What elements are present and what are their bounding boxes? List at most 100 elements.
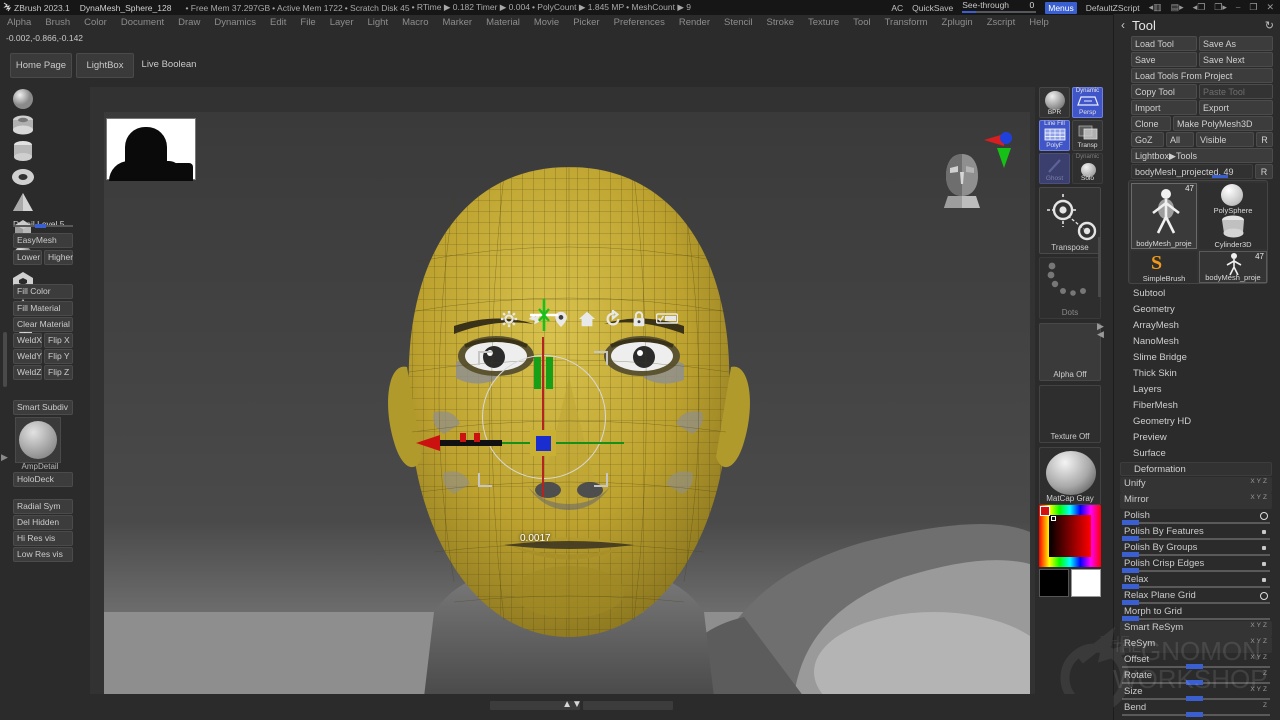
slider-left-icon[interactable]: ◂▥: [1149, 2, 1162, 13]
deformation-relax-plane-grid-radio[interactable]: [1260, 592, 1268, 600]
deformation-relax-row[interactable]: Relax: [1120, 573, 1272, 589]
deformation-rotate-xyz[interactable]: Z: [1263, 670, 1269, 677]
solo-button[interactable]: Dynamic Solo: [1072, 153, 1103, 184]
gizmo-ring[interactable]: [482, 355, 606, 479]
deformation-polish-by-features-row[interactable]: Polish By Features: [1120, 525, 1272, 541]
viewport-canvas[interactable]: 0.0017: [104, 112, 1030, 697]
menu-alpha[interactable]: Alpha: [0, 15, 38, 31]
deformation-smart-resym-xyz[interactable]: XYZ: [1250, 622, 1269, 629]
tool-thumb-cylinder3d[interactable]: Cylinder3D: [1199, 215, 1267, 249]
all-button[interactable]: All: [1166, 132, 1194, 147]
radial-sym-button[interactable]: Radial Sym: [13, 499, 73, 514]
slider-right-icon[interactable]: ▤▸: [1171, 2, 1184, 13]
left-shelf-scrollbar[interactable]: [3, 332, 7, 387]
material-preview-box[interactable]: MatCap Gray: [1039, 447, 1101, 505]
subpalette-thick-skin[interactable]: Thick Skin: [1120, 366, 1275, 382]
higher-button[interactable]: Higher: [44, 250, 73, 265]
color-cursor[interactable]: [1051, 516, 1056, 521]
detail-level-knob[interactable]: [35, 224, 46, 228]
deformation-bend-xyz[interactable]: Z: [1263, 702, 1269, 709]
tool-thumb-bodymesh-2[interactable]: 47 bodyMesh_proje: [1199, 251, 1267, 283]
ac-button[interactable]: AC: [891, 3, 903, 13]
refresh-icon[interactable]: ↻: [1265, 19, 1274, 32]
gear-icon[interactable]: [500, 310, 518, 328]
menu-tool[interactable]: Tool: [846, 15, 877, 31]
load-tools-from-project-button[interactable]: Load Tools From Project: [1131, 68, 1273, 83]
menu-movie[interactable]: Movie: [527, 15, 566, 31]
import-button[interactable]: Import: [1131, 100, 1197, 115]
left-shelf-expand-arrow[interactable]: ▶: [1, 452, 8, 463]
menu-dynamics[interactable]: Dynamics: [207, 15, 263, 31]
current-tool-slider[interactable]: bodyMesh_projected. 49: [1131, 164, 1253, 179]
restore-icon[interactable]: ❐: [1249, 2, 1257, 13]
export-button[interactable]: Export: [1199, 100, 1273, 115]
fill-color-button[interactable]: Fill Color: [13, 284, 73, 299]
deformation-mirror-row[interactable]: Mirror XYZ: [1120, 493, 1272, 509]
deformation-polish-by-features-radio[interactable]: [1262, 530, 1266, 534]
subpalette-geometry[interactable]: Geometry: [1120, 302, 1275, 318]
quicksave-button[interactable]: QuickSave: [912, 3, 953, 13]
gizmo-red-tick-2[interactable]: [474, 433, 480, 442]
deformation-polish-crisp-edges-radio[interactable]: [1262, 562, 1266, 566]
menu-file[interactable]: File: [293, 15, 322, 31]
tool-thumb-polysphere[interactable]: PolySphere: [1199, 183, 1267, 215]
menu-stroke[interactable]: Stroke: [760, 15, 801, 31]
gizmo-green-handle-1[interactable]: [534, 357, 541, 389]
subpalette-preview[interactable]: Preview: [1120, 430, 1275, 446]
weldy-button[interactable]: WeldY: [13, 349, 42, 364]
subpalette-arraymesh[interactable]: ArrayMesh: [1120, 318, 1275, 334]
right-shelf-scrollbar[interactable]: [1098, 237, 1101, 297]
menu-preferences[interactable]: Preferences: [607, 15, 672, 31]
shape-sphere-icon[interactable]: [10, 87, 38, 113]
subpalette-surface[interactable]: Surface: [1120, 446, 1275, 462]
alpha-preview-box[interactable]: Alpha Off: [1039, 323, 1101, 381]
menu-edit[interactable]: Edit: [263, 15, 293, 31]
timeline-scrub-right[interactable]: [583, 701, 673, 710]
current-tool-r-button[interactable]: R: [1255, 164, 1273, 179]
stroke-preview-box[interactable]: Dots: [1039, 257, 1101, 319]
deformation-polish-by-groups-track[interactable]: [1122, 554, 1270, 556]
gizmo-center-handle[interactable]: [536, 436, 551, 451]
deformation-relax-track[interactable]: [1122, 586, 1270, 588]
deformation-polish-by-groups-row[interactable]: Polish By Groups: [1120, 541, 1272, 557]
current-tool-knob[interactable]: [1212, 175, 1228, 178]
menu-render[interactable]: Render: [672, 15, 717, 31]
primary-color-white[interactable]: [1071, 569, 1101, 597]
menu-draw[interactable]: Draw: [171, 15, 207, 31]
back-chevron-icon[interactable]: ‹: [1114, 18, 1132, 32]
deformation-relax-radio[interactable]: [1262, 578, 1266, 582]
save-next-button[interactable]: Save Next: [1199, 52, 1273, 67]
low-res-vis-button[interactable]: Low Res vis: [13, 547, 73, 562]
make-polymesh3d-button[interactable]: Make PolyMesh3D: [1173, 116, 1273, 131]
easymesh-button[interactable]: EasyMesh: [13, 233, 73, 248]
menu-macro[interactable]: Macro: [395, 15, 435, 31]
menu-zplugin[interactable]: Zplugin: [935, 15, 980, 31]
menu-light[interactable]: Light: [360, 15, 395, 31]
palette-left-icon[interactable]: ◂❒: [1193, 2, 1206, 13]
save-as-button[interactable]: Save As: [1199, 36, 1273, 51]
copy-tool-button[interactable]: Copy Tool: [1131, 84, 1197, 99]
deformation-mirror-xyz[interactable]: XYZ: [1250, 494, 1269, 501]
undo-rotate-icon[interactable]: [604, 310, 622, 328]
active-color-swatch[interactable]: [1040, 506, 1050, 516]
clone-button[interactable]: Clone: [1131, 116, 1171, 131]
menu-layer[interactable]: Layer: [323, 15, 361, 31]
subpalette-fibermesh[interactable]: FiberMesh: [1120, 398, 1275, 414]
visible-button[interactable]: Visible: [1196, 132, 1254, 147]
menu-transform[interactable]: Transform: [878, 15, 935, 31]
deformation-polish-by-features-track[interactable]: [1122, 538, 1270, 540]
flipx-button[interactable]: Flip X: [44, 333, 73, 348]
transpose-gizmo[interactable]: [464, 327, 624, 487]
clear-material-button[interactable]: Clear Material: [13, 317, 73, 332]
shape-tube-icon[interactable]: [10, 113, 38, 139]
deformation-relax-plane-grid-row[interactable]: Relax Plane Grid: [1120, 589, 1272, 605]
orientation-navigator[interactable]: [936, 132, 1012, 218]
tool-thumb-bodymesh-1[interactable]: 47 bodyMesh_proje: [1131, 183, 1197, 249]
ghost-button[interactable]: Ghost: [1039, 153, 1070, 184]
secondary-color-black[interactable]: [1039, 569, 1069, 597]
subpalette-nanomesh[interactable]: NanoMesh: [1120, 334, 1275, 350]
gizmo-red-tick-1[interactable]: [460, 433, 466, 442]
deformation-bend-knob[interactable]: [1186, 712, 1203, 717]
save-button[interactable]: Save: [1131, 52, 1197, 67]
subpalette-deformation-header[interactable]: Deformation: [1120, 462, 1272, 476]
